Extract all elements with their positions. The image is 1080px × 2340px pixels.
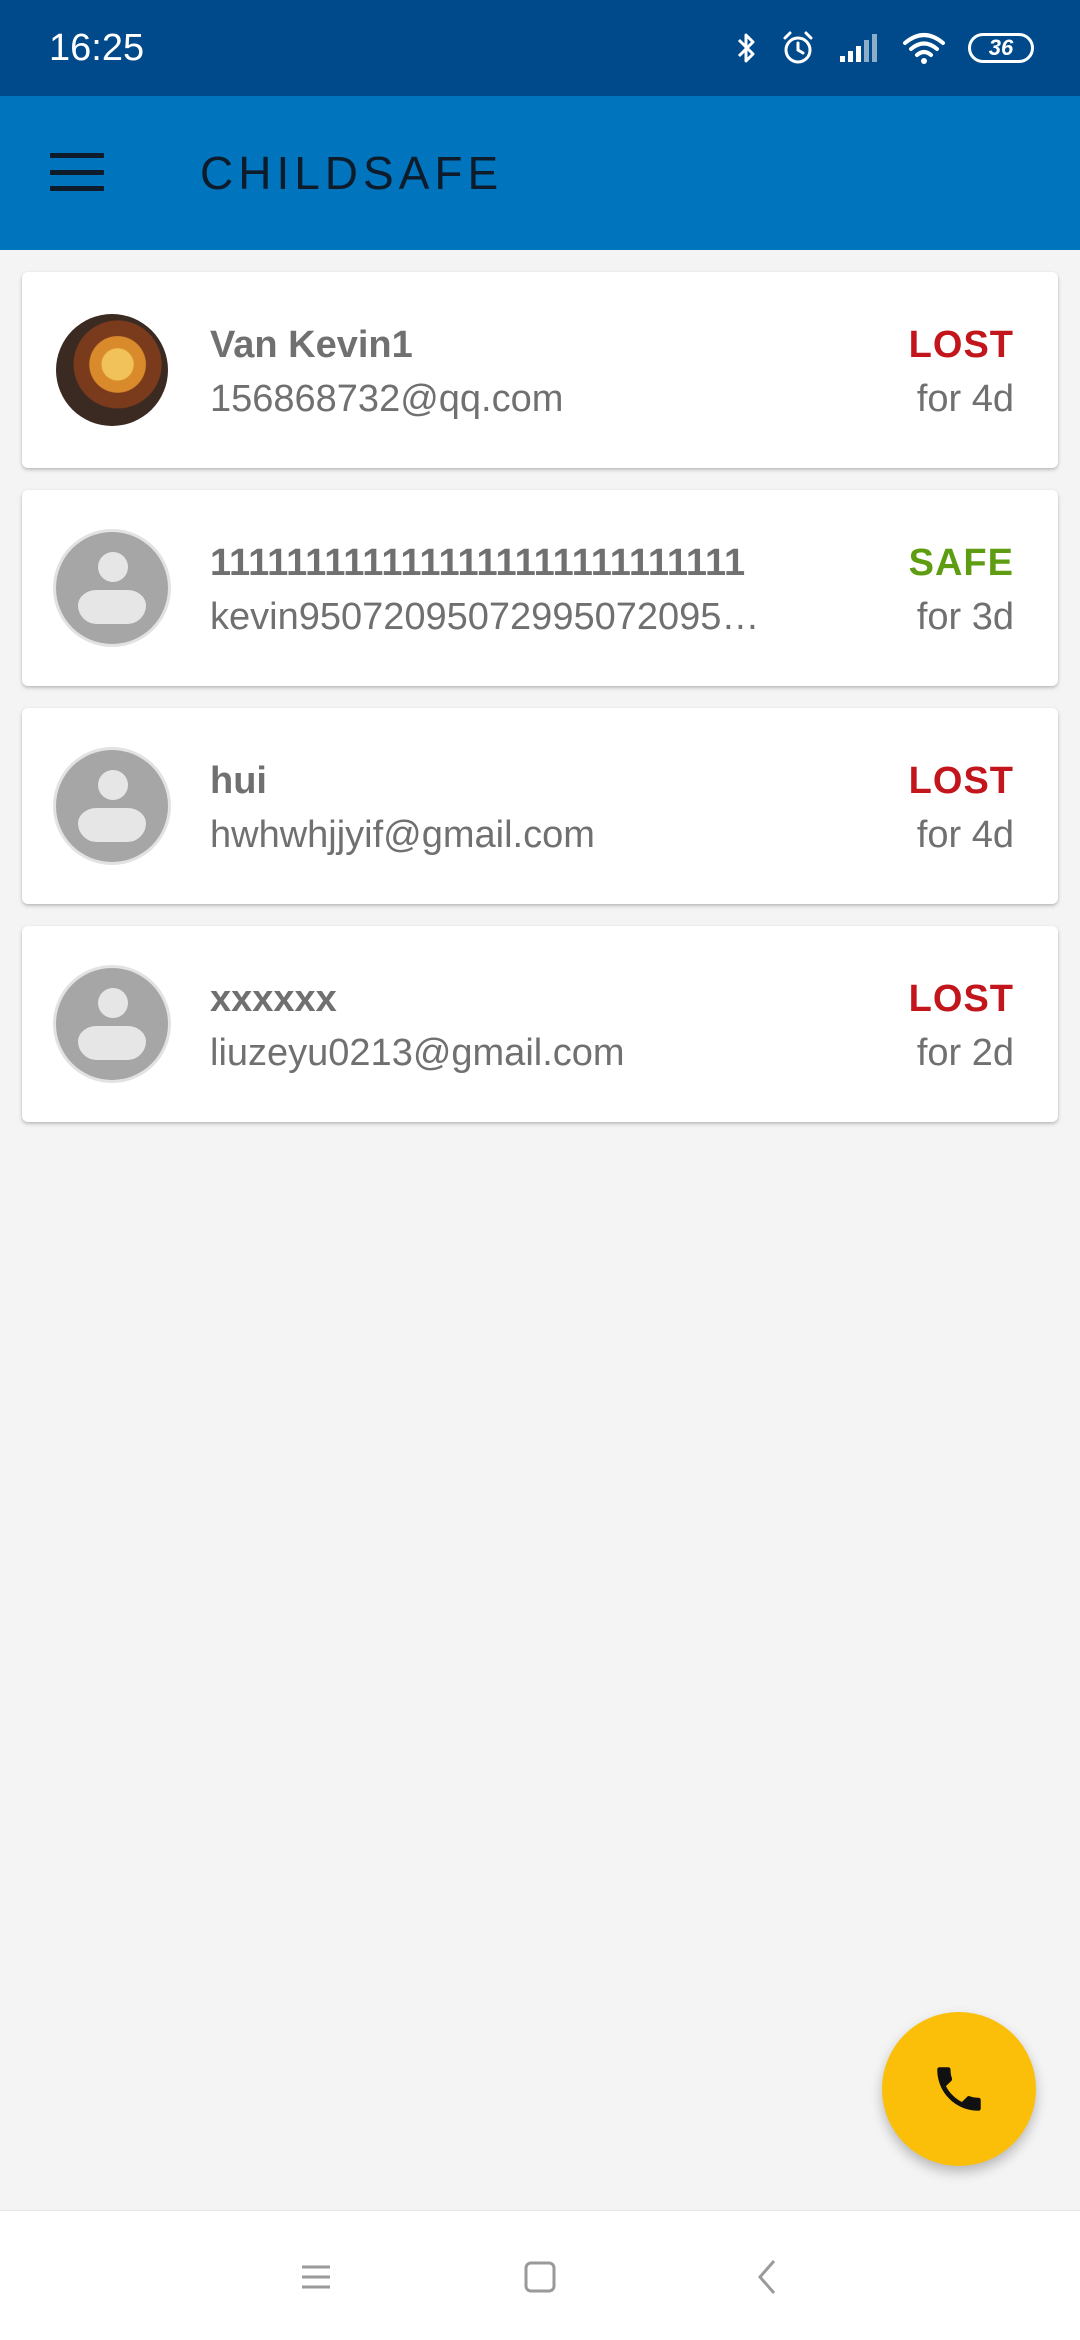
default-avatar-icon	[56, 532, 168, 644]
contact-email: liuzeyu0213@gmail.com	[210, 1032, 625, 1074]
avatar	[56, 314, 168, 426]
back-icon[interactable]	[746, 2255, 790, 2299]
app-title: CHILDSAFE	[200, 147, 504, 199]
contact-email: kevin950720950729950720950729@qq.com	[210, 596, 770, 638]
contact-card[interactable]: xxxxxx liuzeyu0213@gmail.com LOST for 2d	[22, 926, 1058, 1122]
contact-card[interactable]: 1111111111111111111111111111 kevin950720…	[22, 490, 1058, 686]
alarm-icon	[783, 31, 813, 64]
wifi-icon	[903, 33, 945, 64]
status-badge: SAFE	[908, 542, 1014, 584]
battery-icon: 36	[968, 33, 1034, 63]
signal-icon	[840, 34, 877, 62]
system-nav-bar	[0, 2210, 1080, 2340]
home-icon[interactable]	[518, 2255, 562, 2299]
status-badge: LOST	[908, 978, 1014, 1020]
contact-list: Van Kevin1 156868732@qq.com LOST for 4d …	[22, 272, 1058, 1144]
call-button[interactable]	[882, 2012, 1036, 2166]
phone-icon	[937, 2067, 981, 2111]
recents-icon[interactable]	[294, 2255, 338, 2299]
status-duration: for 4d	[916, 814, 1014, 856]
contact-card[interactable]: hui hwhwhjjyif@gmail.com LOST for 4d	[22, 708, 1058, 904]
contact-name: xxxxxx	[210, 978, 337, 1020]
status-duration: for 2d	[916, 1032, 1014, 1074]
status-badge: LOST	[908, 760, 1014, 802]
status-duration: for 4d	[916, 378, 1014, 420]
status-duration: for 3d	[916, 596, 1014, 638]
contact-name: 1111111111111111111111111111	[210, 542, 746, 584]
contact-email: 156868732@qq.com	[210, 378, 564, 420]
status-bar: 16:25 36	[0, 0, 1080, 96]
status-time: 16:25	[49, 26, 145, 69]
bluetooth-icon	[737, 33, 755, 63]
app-bar: CHILDSAFE	[0, 96, 1080, 250]
status-badge: LOST	[908, 324, 1014, 366]
default-avatar-icon	[56, 750, 168, 862]
hamburger-menu-icon[interactable]	[48, 149, 106, 195]
status-icons: 36	[736, 30, 1034, 66]
contact-card[interactable]: Van Kevin1 156868732@qq.com LOST for 4d	[22, 272, 1058, 468]
battery-level: 36	[988, 35, 1014, 60]
contact-name: hui	[210, 760, 267, 802]
default-avatar-icon	[56, 968, 168, 1080]
contact-email: hwhwhjjyif@gmail.com	[210, 814, 595, 856]
contact-name: Van Kevin1	[210, 324, 413, 366]
